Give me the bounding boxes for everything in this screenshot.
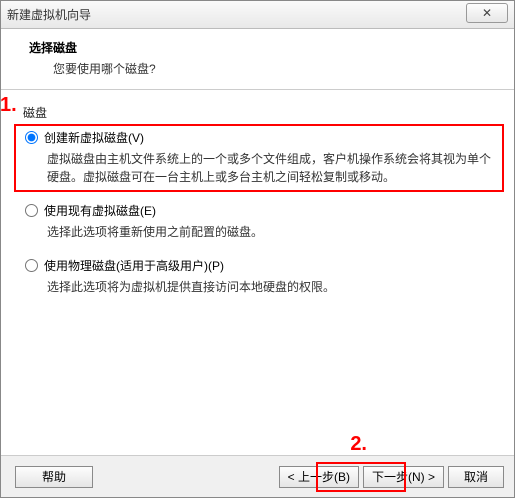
wizard-header: 选择磁盘 您要使用哪个磁盘? — [1, 29, 514, 90]
option-use-existing-disk: 使用现有虚拟磁盘(E) 选择此选项将重新使用之前配置的磁盘。 — [21, 202, 494, 241]
annotation-1: 1. — [0, 94, 17, 117]
radio-use-existing[interactable] — [25, 204, 38, 217]
page-title: 选择磁盘 — [29, 39, 498, 56]
back-button[interactable]: < 上一步(B) — [279, 466, 359, 488]
window-title: 新建虚拟机向导 — [7, 6, 91, 23]
option-row[interactable]: 使用物理磁盘(适用于高级用户)(P) — [25, 257, 494, 274]
option-create-new-disk: 创建新虚拟磁盘(V) 虚拟磁盘由主机文件系统上的一个或多个文件组成，客户机操作系… — [21, 129, 494, 186]
radio-use-physical[interactable] — [25, 259, 38, 272]
option-use-physical-disk: 使用物理磁盘(适用于高级用户)(P) 选择此选项将为虚拟机提供直接访问本地硬盘的… — [21, 257, 494, 296]
close-button[interactable]: ✕ — [466, 3, 508, 23]
page-subtitle: 您要使用哪个磁盘? — [29, 60, 498, 77]
option-label: 使用现有虚拟磁盘(E) — [44, 202, 156, 219]
next-button[interactable]: 下一步(N) > — [363, 466, 444, 488]
annotation-2: 2. — [350, 433, 367, 456]
titlebar: 新建虚拟机向导 ✕ — [1, 1, 514, 29]
option-desc: 选择此选项将重新使用之前配置的磁盘。 — [47, 223, 494, 241]
close-icon: ✕ — [482, 6, 492, 20]
help-button[interactable]: 帮助 — [15, 466, 93, 488]
cancel-button[interactable]: 取消 — [448, 466, 504, 488]
radio-create-new[interactable] — [25, 131, 38, 144]
wizard-body: 磁盘 创建新虚拟磁盘(V) 虚拟磁盘由主机文件系统上的一个或多个文件组成，客户机… — [1, 90, 514, 322]
option-row[interactable]: 创建新虚拟磁盘(V) — [25, 129, 494, 146]
option-desc: 选择此选项将为虚拟机提供直接访问本地硬盘的权限。 — [47, 278, 494, 296]
option-label: 使用物理磁盘(适用于高级用户)(P) — [44, 257, 224, 274]
wizard-window: 新建虚拟机向导 ✕ 选择磁盘 您要使用哪个磁盘? 磁盘 创建新虚拟磁盘(V) 虚… — [0, 0, 515, 498]
group-label-disk: 磁盘 — [23, 104, 494, 121]
option-desc: 虚拟磁盘由主机文件系统上的一个或多个文件组成，客户机操作系统会将其视为单个硬盘。… — [47, 150, 494, 186]
option-label: 创建新虚拟磁盘(V) — [44, 129, 144, 146]
option-row[interactable]: 使用现有虚拟磁盘(E) — [25, 202, 494, 219]
wizard-footer: 帮助 < 上一步(B) 下一步(N) > 取消 — [1, 455, 514, 497]
